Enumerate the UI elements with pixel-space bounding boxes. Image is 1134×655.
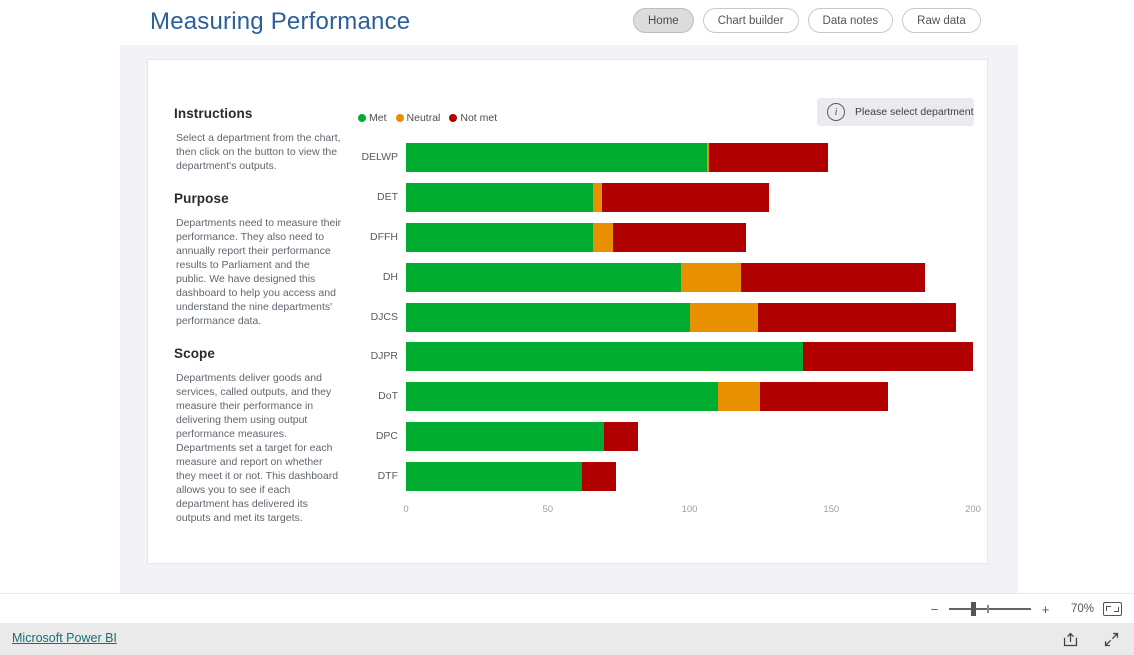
- legend-swatch-icon: [358, 114, 366, 122]
- bar-segment-met[interactable]: [406, 222, 594, 252]
- zoom-out-button[interactable]: −: [929, 602, 940, 617]
- select-department-notice[interactable]: i Please select department: [817, 98, 974, 126]
- footer-icon-group: [1062, 623, 1120, 655]
- legend-swatch-icon: [449, 114, 458, 122]
- bar-category-label: DET: [377, 191, 398, 204]
- power-bi-report-viewer: Measuring Performance Home Chart builder…: [0, 0, 1134, 655]
- fit-to-page-icon[interactable]: [1103, 602, 1122, 616]
- bar-row[interactable]: DJPR: [371, 342, 973, 372]
- microsoft-power-bi-link[interactable]: Microsoft Power BI: [12, 631, 117, 645]
- report-status-bar: − + 70%: [0, 593, 1134, 623]
- x-axis-tick-label: 50: [542, 504, 554, 515]
- bar-segment-met[interactable]: [406, 143, 707, 173]
- legend-swatch-icon: [395, 114, 404, 122]
- instructions-heading: Instructions: [174, 106, 253, 121]
- bar-segment-not-met[interactable]: [757, 302, 956, 332]
- bar-category-label: DELWP: [361, 151, 398, 164]
- bar-row[interactable]: DTF: [378, 461, 973, 491]
- info-icon: i: [827, 103, 845, 121]
- legend-item-met[interactable]: Met: [358, 112, 387, 124]
- nav-button-data-notes[interactable]: Data notes: [807, 8, 894, 33]
- info-sidebar: Instructions Select a department from th…: [174, 106, 342, 525]
- bar-row[interactable]: DELWP: [361, 143, 973, 173]
- report-header: Measuring Performance Home Chart builder…: [0, 0, 1134, 45]
- bar-segment-not-met[interactable]: [802, 342, 973, 372]
- nav-button-chart-builder[interactable]: Chart builder: [702, 8, 799, 33]
- bar-segment-not-met[interactable]: [601, 183, 769, 213]
- bar-segment-met[interactable]: [406, 421, 605, 451]
- bar-category-label: DFFH: [370, 230, 398, 243]
- bar-category-label: DoT: [378, 390, 398, 403]
- legend-item-not-met[interactable]: Not met: [449, 112, 497, 124]
- x-axis-tick-label: 0: [403, 504, 409, 515]
- bar-segment-met[interactable]: [406, 382, 718, 412]
- bar-row[interactable]: DJCS: [371, 302, 973, 332]
- bar-segment-not-met[interactable]: [612, 222, 747, 252]
- report-footer: Microsoft Power BI: [0, 623, 1134, 655]
- bar-row[interactable]: DET: [377, 183, 973, 213]
- bar-row[interactable]: DoT: [378, 382, 973, 412]
- zoom-slider-track: [949, 608, 1031, 610]
- scope-heading: Scope: [174, 346, 216, 361]
- zoom-slider[interactable]: [949, 602, 1031, 616]
- bar-category-label: DJPR: [370, 350, 398, 363]
- bar-row[interactable]: DPC: [376, 421, 973, 451]
- bar-category-label: DTF: [377, 469, 398, 482]
- legend-label: Neutral: [406, 112, 441, 124]
- zoom-slider-tick: [987, 605, 989, 613]
- share-icon[interactable]: [1062, 631, 1079, 648]
- legend-label: Not met: [460, 112, 498, 124]
- chart-legend: Met Neutral Not met: [358, 112, 497, 124]
- bar-segment-met[interactable]: [406, 183, 594, 213]
- bar-segment-not-met[interactable]: [740, 262, 925, 292]
- x-axis-tick-label: 100: [681, 504, 698, 515]
- purpose-heading: Purpose: [174, 191, 229, 206]
- x-axis-tick-label: 150: [823, 504, 840, 515]
- bar-category-label: DJCS: [370, 310, 398, 323]
- bar-segment-neutral[interactable]: [717, 382, 761, 412]
- chart-x-axis: 0 50 100 150 200: [403, 504, 981, 524]
- bar-segment-met[interactable]: [406, 302, 690, 332]
- bar-segment-neutral[interactable]: [689, 302, 758, 332]
- report-page: Instructions Select a department from th…: [147, 59, 988, 564]
- bar-segment-not-met[interactable]: [709, 143, 829, 173]
- report-nav: Home Chart builder Data notes Raw data: [633, 8, 981, 33]
- stacked-bar-chart: DELWP DET DFFH DH DJCS DJPR DoT DPC DTF 0 50 100 15…: [358, 138, 981, 538]
- notice-label: Please select department: [855, 106, 974, 118]
- zoom-slider-handle[interactable]: [971, 602, 976, 616]
- bar-category-label: DH: [382, 270, 398, 283]
- legend-label: Met: [369, 112, 387, 124]
- bar-segment-not-met[interactable]: [604, 421, 639, 451]
- fullscreen-icon[interactable]: [1103, 631, 1120, 648]
- zoom-in-button[interactable]: +: [1040, 602, 1051, 617]
- zoom-control: − + 70%: [929, 594, 1122, 624]
- bar-segment-neutral[interactable]: [680, 262, 741, 292]
- bar-segment-met[interactable]: [406, 262, 681, 292]
- instructions-text: Select a department from the chart, then…: [176, 132, 341, 172]
- bar-segment-neutral[interactable]: [593, 222, 613, 252]
- legend-item-neutral[interactable]: Neutral: [395, 112, 441, 124]
- zoom-level-label: 70%: [1070, 603, 1094, 615]
- bar-segment-neutral[interactable]: [593, 183, 602, 213]
- bar-row[interactable]: DFFH: [370, 222, 973, 252]
- chart-plot-area: DELWP DET DFFH DH DJCS DJPR DoT DPC DTF: [361, 138, 973, 496]
- nav-button-raw-data[interactable]: Raw data: [902, 8, 981, 33]
- bar-segment-met[interactable]: [406, 461, 582, 491]
- scope-text: Departments deliver goods and services, …: [176, 372, 339, 524]
- x-axis-tick-label: 200: [965, 504, 981, 515]
- bar-segment-not-met[interactable]: [760, 382, 888, 412]
- bar-row[interactable]: DH: [383, 262, 973, 292]
- bar-segment-not-met[interactable]: [581, 461, 616, 491]
- page-title: Measuring Performance: [150, 8, 411, 35]
- purpose-text: Departments need to measure their perfor…: [176, 217, 342, 327]
- report-canvas: Instructions Select a department from th…: [120, 45, 1018, 593]
- bar-category-label: DPC: [375, 429, 398, 442]
- bar-segment-met[interactable]: [406, 342, 803, 372]
- nav-button-home[interactable]: Home: [633, 8, 694, 33]
